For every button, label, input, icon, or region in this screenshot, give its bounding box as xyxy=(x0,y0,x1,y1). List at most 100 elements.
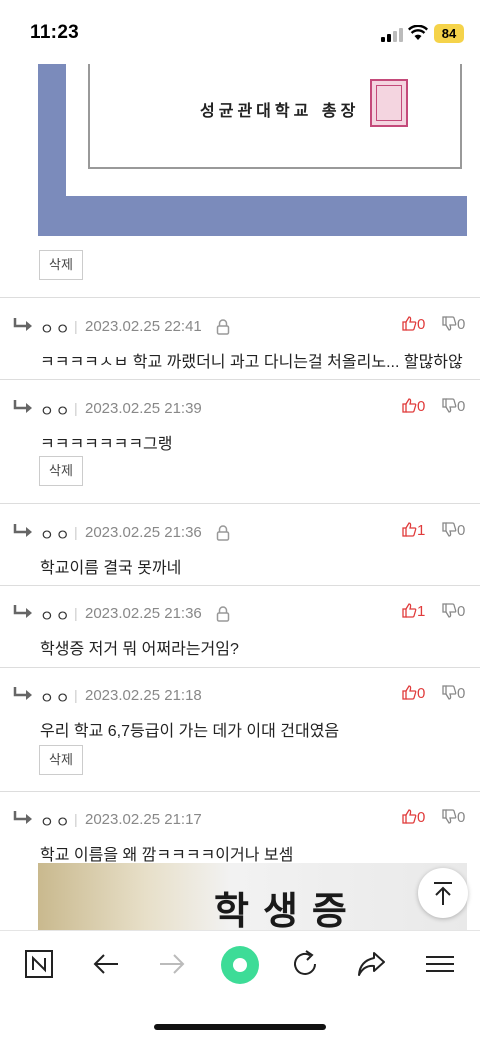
dislike-count: 0 xyxy=(457,316,466,333)
lock-icon xyxy=(216,606,230,622)
naver-home-button[interactable] xyxy=(20,945,60,985)
dislike-count: 0 xyxy=(457,603,466,620)
dislike-button[interactable]: 0 xyxy=(442,685,465,702)
delete-button[interactable]: 삭제 xyxy=(39,456,83,486)
certificate-issuer: 성균관대학교 총장 xyxy=(200,101,360,120)
thumbs-up-icon xyxy=(402,685,417,700)
divider xyxy=(0,667,480,668)
browser-bottom-toolbar xyxy=(0,930,480,1039)
comment-author[interactable]: ㅇㅇ xyxy=(40,687,72,708)
dislike-count: 0 xyxy=(457,398,466,415)
dislike-button[interactable]: 0 xyxy=(442,809,465,826)
comment-author[interactable]: ㅇㅇ xyxy=(40,524,72,545)
like-button[interactable]: 0 xyxy=(402,685,425,702)
like-count: 1 xyxy=(417,603,426,620)
comment-date: 2023.02.25 21:18 xyxy=(85,687,202,704)
forward-button[interactable] xyxy=(153,945,193,985)
menu-button[interactable] xyxy=(421,945,461,985)
home-indicator xyxy=(154,1024,326,1030)
comment-author[interactable]: ㅇㅇ xyxy=(40,605,72,626)
reply-arrow-icon xyxy=(13,811,32,824)
scroll-to-top-button[interactable] xyxy=(418,868,468,918)
delete-button[interactable]: 삭제 xyxy=(39,250,83,280)
status-time: 11:23 xyxy=(30,22,80,43)
back-arrow-icon xyxy=(93,954,118,974)
certificate-paper: 성균관대학교 총장 xyxy=(66,64,467,196)
signal-icon xyxy=(381,28,403,42)
thumbs-up-icon xyxy=(402,398,417,413)
thumbs-up-icon xyxy=(402,809,417,824)
like-count: 0 xyxy=(417,398,426,415)
thumbs-down-icon xyxy=(442,316,457,331)
reply-arrow-icon xyxy=(13,524,32,537)
thumbs-down-icon xyxy=(442,809,457,824)
comment-text: ㅋㅋㅋㅋㅋㅋㅋ그랭 xyxy=(40,436,173,453)
dislike-button[interactable]: 0 xyxy=(442,522,465,539)
like-count: 0 xyxy=(417,316,426,333)
thumbs-down-icon xyxy=(442,398,457,413)
refresh-button[interactable] xyxy=(286,945,326,985)
naver-n-icon xyxy=(25,950,53,978)
dislike-count: 0 xyxy=(457,522,466,539)
comment-text: 학교이름 결국 못까네 xyxy=(40,560,182,577)
dislike-button[interactable]: 0 xyxy=(442,398,465,415)
comment-date: 2023.02.25 21:36 xyxy=(85,605,202,622)
arrow-up-icon xyxy=(434,882,452,905)
green-dot-button[interactable] xyxy=(218,943,262,987)
student-card-photo[interactable]: 학생증 xyxy=(38,863,467,930)
thumbs-up-icon xyxy=(402,603,417,618)
dislike-button[interactable]: 0 xyxy=(442,603,465,620)
divider xyxy=(0,379,480,380)
seal-icon xyxy=(370,79,408,127)
share-button[interactable] xyxy=(352,945,392,985)
comment-text: 학교 이름을 왜 깜ㅋㅋㅋㅋ이거나 보셈 xyxy=(40,847,294,864)
share-icon xyxy=(358,952,385,976)
like-button[interactable]: 0 xyxy=(402,809,425,826)
back-button[interactable] xyxy=(87,945,127,985)
comment-date: 2023.02.25 22:41 xyxy=(85,318,202,335)
like-button[interactable]: 1 xyxy=(402,603,425,620)
lock-icon xyxy=(216,525,230,541)
comment-list-area[interactable]: 성균관대학교 총장 삭제 ㅇㅇ | 2023.02.25 22:41 0 0 ㅋ… xyxy=(0,60,480,930)
green-dot-icon xyxy=(221,946,259,984)
forward-arrow-icon xyxy=(160,954,185,974)
comment-author[interactable]: ㅇㅇ xyxy=(40,400,72,421)
thumbs-down-icon xyxy=(442,603,457,618)
refresh-icon xyxy=(294,950,316,975)
delete-button[interactable]: 삭제 xyxy=(39,745,83,775)
like-count: 0 xyxy=(417,685,426,702)
thumbs-up-icon xyxy=(402,522,417,537)
like-count: 1 xyxy=(417,522,426,539)
divider xyxy=(0,297,480,298)
reply-arrow-icon xyxy=(13,400,32,413)
comment-date: 2023.02.25 21:17 xyxy=(85,811,202,828)
wifi-icon xyxy=(408,25,428,40)
dislike-count: 0 xyxy=(457,809,466,826)
divider xyxy=(0,585,480,586)
like-button[interactable]: 1 xyxy=(402,522,425,539)
lock-icon xyxy=(216,319,230,335)
like-button[interactable]: 0 xyxy=(402,316,425,333)
reply-arrow-icon xyxy=(13,605,32,618)
like-button[interactable]: 0 xyxy=(402,398,425,415)
status-bar: 11:23 84 xyxy=(0,0,480,60)
divider xyxy=(0,503,480,504)
comment-text: 우리 학교 6,7등급이 가는 데가 이대 건대였음 xyxy=(40,723,340,740)
dislike-button[interactable]: 0 xyxy=(442,316,465,333)
comment-author[interactable]: ㅇㅇ xyxy=(40,811,72,832)
reply-arrow-icon xyxy=(13,687,32,700)
comment-date: 2023.02.25 21:39 xyxy=(85,400,202,417)
comment-author[interactable]: ㅇㅇ xyxy=(40,318,72,339)
like-count: 0 xyxy=(417,809,426,826)
divider xyxy=(0,791,480,792)
battery-icon: 84 xyxy=(434,24,464,43)
thumbs-down-icon xyxy=(442,685,457,700)
thumbs-up-icon xyxy=(402,316,417,331)
student-card-text: 학생증 xyxy=(214,889,361,930)
menu-icon xyxy=(426,956,454,972)
reply-arrow-icon xyxy=(13,318,32,331)
comment-text: ㅋㅋㅋㅋㅅㅂ 학교 까랬더니 과고 다니는걸 처올리노... 할많하않 xyxy=(40,354,463,371)
dislike-count: 0 xyxy=(457,685,466,702)
comment-date: 2023.02.25 21:36 xyxy=(85,524,202,541)
certificate-image: 성균관대학교 총장 xyxy=(38,64,467,236)
